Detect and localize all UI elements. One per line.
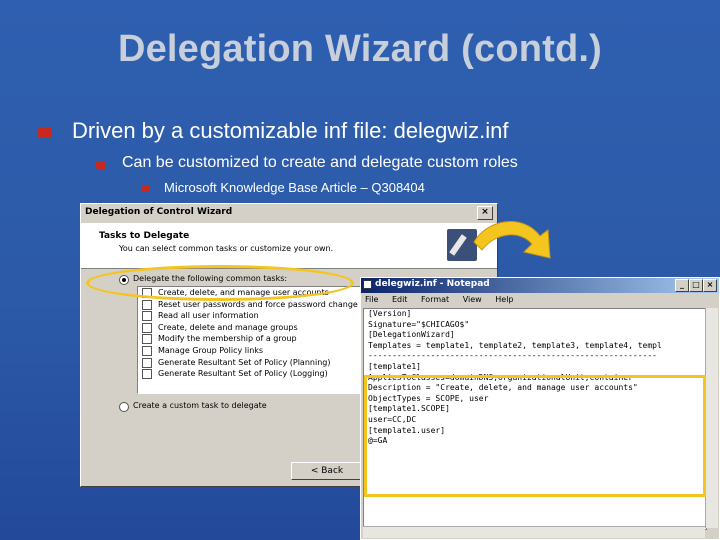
checkbox[interactable] [142,345,152,356]
bullet-marker [38,128,52,138]
minimize-button[interactable]: _ [675,279,689,292]
custom-task-label: Create a custom task to delegate [133,401,267,410]
task-label: Reset user passwords and force password … [158,299,358,309]
curved-arrow-icon [473,221,551,259]
close-button[interactable]: × [703,279,717,292]
notepad-icon [363,280,372,289]
text-line: Templates = template1, template2, templa… [368,340,662,350]
task-label: Create, delete and manage groups [158,322,298,332]
checkbox[interactable] [142,299,152,310]
bullet-level-1: Driven by a customizable inf file: deleg… [38,118,509,144]
bullet-marker [96,161,106,169]
checkbox[interactable] [142,369,152,380]
text-line: [DelegationWizard] [368,330,455,340]
bullet-text: Can be customized to create and delegate… [122,154,518,171]
wizard-header: Tasks to Delegate You can select common … [81,223,497,269]
checkbox[interactable] [142,311,152,322]
text-line: [template1] [368,361,421,371]
task-label: Generate Resultant Set of Policy (Planni… [158,357,331,367]
task-label: Modify the membership of a group [158,334,297,344]
bullet-level-2: Can be customized to create and delegate… [96,154,518,172]
menu-format[interactable]: Format [421,295,449,304]
checkbox[interactable] [142,322,152,333]
text-line: ----------------------------------------… [368,351,657,361]
menu-file[interactable]: File [365,295,378,304]
task-label: Manage Group Policy links [158,345,264,355]
list-item[interactable]: Read all user information [138,310,360,322]
bullet-text: Microsoft Knowledge Base Article – Q3084… [164,180,425,195]
custom-task-radio[interactable] [119,402,129,412]
bullet-text: Driven by a customizable inf file: deleg… [72,118,509,143]
highlight-box [364,375,706,497]
list-item[interactable]: Create, delete and manage groups [138,322,360,334]
slide-title: Delegation Wizard (contd.) [117,28,603,70]
text-line: [Version] [368,309,412,318]
checkbox[interactable] [142,357,152,368]
notepad-menubar: File Edit Format View Help [361,293,719,308]
task-label: Read all user information [158,311,259,321]
vertical-scrollbar[interactable] [705,308,718,528]
wizard-title: Delegation of Control Wizard [85,207,233,217]
checkbox[interactable] [142,334,152,345]
back-button[interactable]: < Back [291,462,363,480]
list-item[interactable]: Generate Resultant Set of Policy (Loggin… [138,368,360,380]
task-label: Generate Resultant Set of Policy (Loggin… [158,369,328,379]
horizontal-scrollbar[interactable] [363,526,705,538]
task-list[interactable]: Create, delete, and manage user accounts… [137,286,361,394]
notepad-title: delegwiz.inf - Notepad [375,279,490,289]
text-line: Signature="$CHICAGO$" [368,319,470,329]
list-item[interactable]: Generate Resultant Set of Policy (Planni… [138,357,360,369]
menu-view[interactable]: View [463,295,482,304]
list-item[interactable]: Manage Group Policy links [138,345,360,357]
header-subtitle: You can select common tasks or customize… [119,244,334,253]
wizard-titlebar: Delegation of Control Wizard × [81,204,497,223]
bullet-marker [142,185,150,192]
bullet-level-3: Microsoft Knowledge Base Article – Q3084… [142,180,425,195]
header-title: Tasks to Delegate [99,231,190,241]
notepad-titlebar: delegwiz.inf - Notepad _ □ × [361,278,719,293]
menu-help[interactable]: Help [495,295,513,304]
highlight-oval [86,265,354,301]
menu-edit[interactable]: Edit [392,295,408,304]
list-item[interactable]: Modify the membership of a group [138,333,360,345]
maximize-button[interactable]: □ [689,279,703,292]
